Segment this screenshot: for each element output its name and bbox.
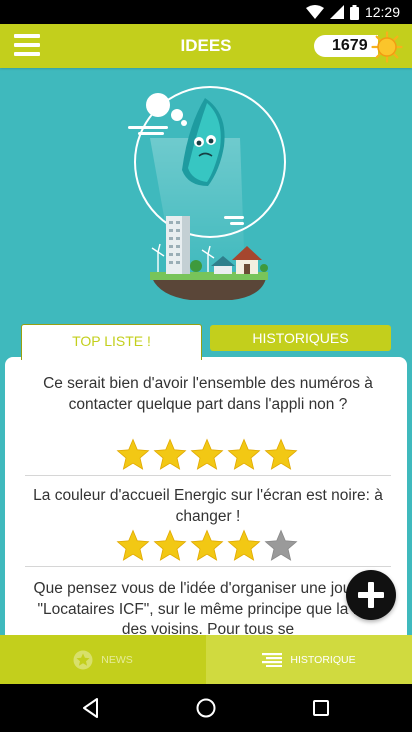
bottom-navigation: NEWS HISTORIQUE (0, 635, 412, 684)
wifi-icon (305, 5, 324, 19)
score-badge: 1679 (314, 35, 378, 57)
add-idea-button[interactable] (346, 570, 396, 620)
sun-icon (371, 31, 403, 63)
status-time: 12:29 (364, 4, 400, 20)
star-icon (116, 529, 150, 561)
nav-historique[interactable]: HISTORIQUE (206, 635, 412, 684)
system-navigation-bar (0, 684, 412, 732)
plus-icon (358, 582, 384, 608)
star-icon (264, 438, 298, 470)
star-icon (116, 438, 150, 470)
star-icon (153, 438, 187, 470)
list-icon (262, 652, 283, 667)
divider (25, 475, 391, 476)
signal-icon (329, 5, 344, 19)
battery-icon (349, 4, 359, 20)
idea-text: Que pensez vous de l'idée d'organiser un… (33, 580, 383, 635)
star-rating (116, 529, 298, 563)
tab-historiques[interactable]: HISTORIQUES (210, 325, 391, 351)
recents-icon[interactable] (309, 696, 333, 720)
star-rating (116, 438, 298, 472)
star-icon (153, 529, 187, 561)
idea-text: Ce serait bien d'avoir l'ensemble des nu… (43, 375, 373, 413)
hero-illustration (0, 68, 412, 324)
idea-text: La couleur d'accueil Energic sur l'écran… (33, 487, 383, 525)
tab-top-liste[interactable]: TOP LISTE ! (21, 324, 202, 360)
divider (25, 566, 391, 567)
star-icon (190, 438, 224, 470)
nav-news[interactable]: NEWS (0, 635, 206, 684)
app-bar: IDEES 1679 (0, 24, 412, 68)
status-bar: 12:29 (0, 0, 412, 24)
menu-icon[interactable] (14, 34, 40, 56)
star-icon (73, 650, 93, 669)
nav-news-label: NEWS (101, 653, 133, 666)
star-icon (227, 438, 261, 470)
star-icon (264, 529, 298, 561)
nav-historique-label: HISTORIQUE (290, 653, 356, 666)
back-icon[interactable] (79, 696, 103, 720)
star-icon (227, 529, 261, 561)
star-icon (190, 529, 224, 561)
home-icon[interactable] (194, 696, 218, 720)
